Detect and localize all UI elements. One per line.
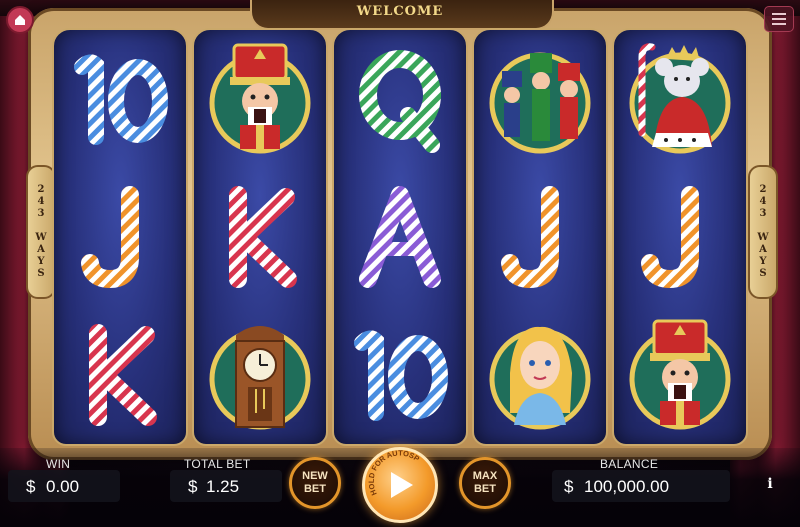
nutcracker-icon (209, 43, 311, 154)
welcome-text: WELCOME (356, 4, 444, 19)
symbol-nutcracker-trio (478, 35, 602, 163)
candy-j-icon (641, 186, 699, 289)
win-label: WIN (46, 457, 71, 471)
home-icon (15, 15, 25, 25)
symbol-k (58, 311, 182, 439)
home-button[interactable] (6, 6, 34, 34)
symbol-nutcracker (618, 311, 742, 439)
info-button[interactable]: i (762, 476, 778, 498)
balance-currency: $ (564, 477, 574, 496)
reel-2 (192, 28, 328, 446)
max-bet-label-line2: BET (473, 483, 496, 495)
reel-1 (52, 28, 188, 446)
symbol-j (478, 173, 602, 301)
symbol-j (618, 173, 742, 301)
new-bet-button[interactable]: NEW BET (289, 457, 341, 509)
symbol-princess (478, 311, 602, 439)
candy-ten-icon (74, 54, 168, 145)
symbol-ten (338, 311, 462, 439)
candy-q-icon (359, 50, 441, 153)
new-bet-label-line2: BET (303, 483, 326, 495)
reel-5 (612, 28, 748, 446)
menu-button[interactable] (764, 6, 794, 32)
candy-k-icon (229, 186, 297, 288)
balance-label: BALANCE (600, 457, 659, 471)
symbol-ten (58, 35, 182, 163)
candy-a-icon (359, 186, 441, 288)
total-bet-label: TOTAL BET (184, 457, 251, 471)
candy-ten-icon (354, 330, 448, 421)
candy-k-icon (89, 324, 157, 426)
princess-clara-icon (489, 326, 591, 430)
symbol-a (338, 173, 462, 301)
nutcracker-icon (629, 319, 731, 430)
reel-4 (472, 28, 608, 446)
win-value: 0.00 (46, 477, 80, 496)
symbol-j (58, 173, 182, 301)
play-icon (391, 472, 413, 498)
new-bet-label-line1: NEW (302, 470, 328, 482)
total-bet-currency: $ (188, 477, 198, 496)
symbol-nutcracker (198, 35, 322, 163)
total-bet-value: 1.25 (206, 477, 240, 496)
ways-label-right: 243 WAYS (757, 184, 769, 280)
symbol-clock (198, 311, 322, 439)
max-bet-label-line1: MAX (472, 470, 498, 482)
symbol-k (198, 173, 322, 301)
balance-value: 100,000.00 (584, 477, 670, 496)
ways-plaque-right: 243 WAYS (748, 165, 778, 299)
reels-area (52, 28, 748, 446)
game-stage: WELCOME 243 WAYS 243 WAYS WIN $ 0.00 TOT… (0, 0, 800, 527)
reel-3 (332, 28, 468, 446)
menu-icon (772, 13, 786, 15)
win-currency: $ (26, 477, 36, 496)
candy-j-icon (501, 186, 559, 289)
mouse-king-icon (629, 43, 731, 154)
spin-button[interactable]: HOLD FOR AUTOSPIN (362, 447, 438, 523)
symbol-mouse-king (618, 35, 742, 163)
grandfather-clock-icon (209, 326, 311, 430)
candy-j-icon (81, 186, 139, 289)
max-bet-button[interactable]: MAX BET (459, 457, 511, 509)
ways-label-left: 243 WAYS (35, 184, 47, 280)
symbol-q (338, 35, 462, 163)
nutcracker-trio-icon (489, 52, 591, 154)
